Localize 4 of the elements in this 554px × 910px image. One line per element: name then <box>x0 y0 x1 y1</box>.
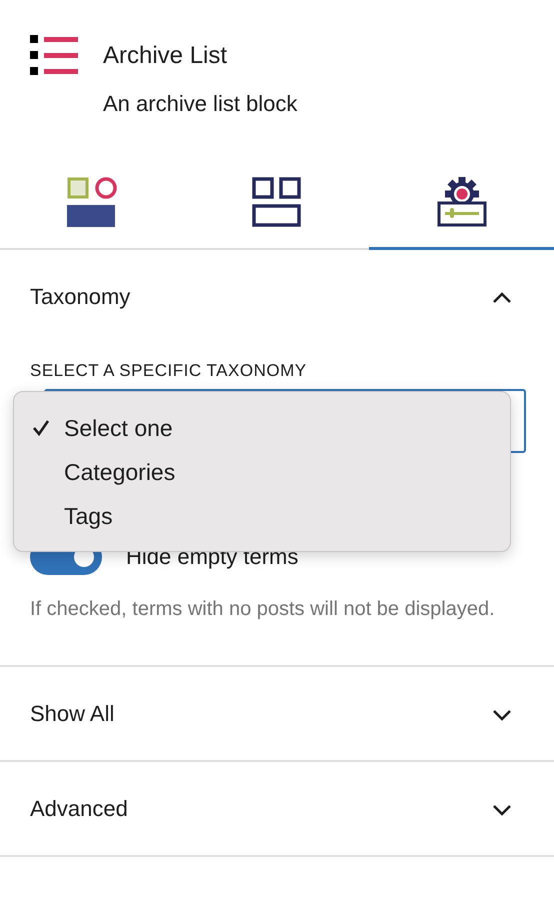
help-text: If checked, terms with no posts will not be displayed. <box>30 597 496 622</box>
block-description: An archive list block <box>103 90 298 118</box>
block-title: Archive List <box>103 41 228 71</box>
field-label: SELECT A SPECIFIC TAXONOMY <box>30 360 308 382</box>
